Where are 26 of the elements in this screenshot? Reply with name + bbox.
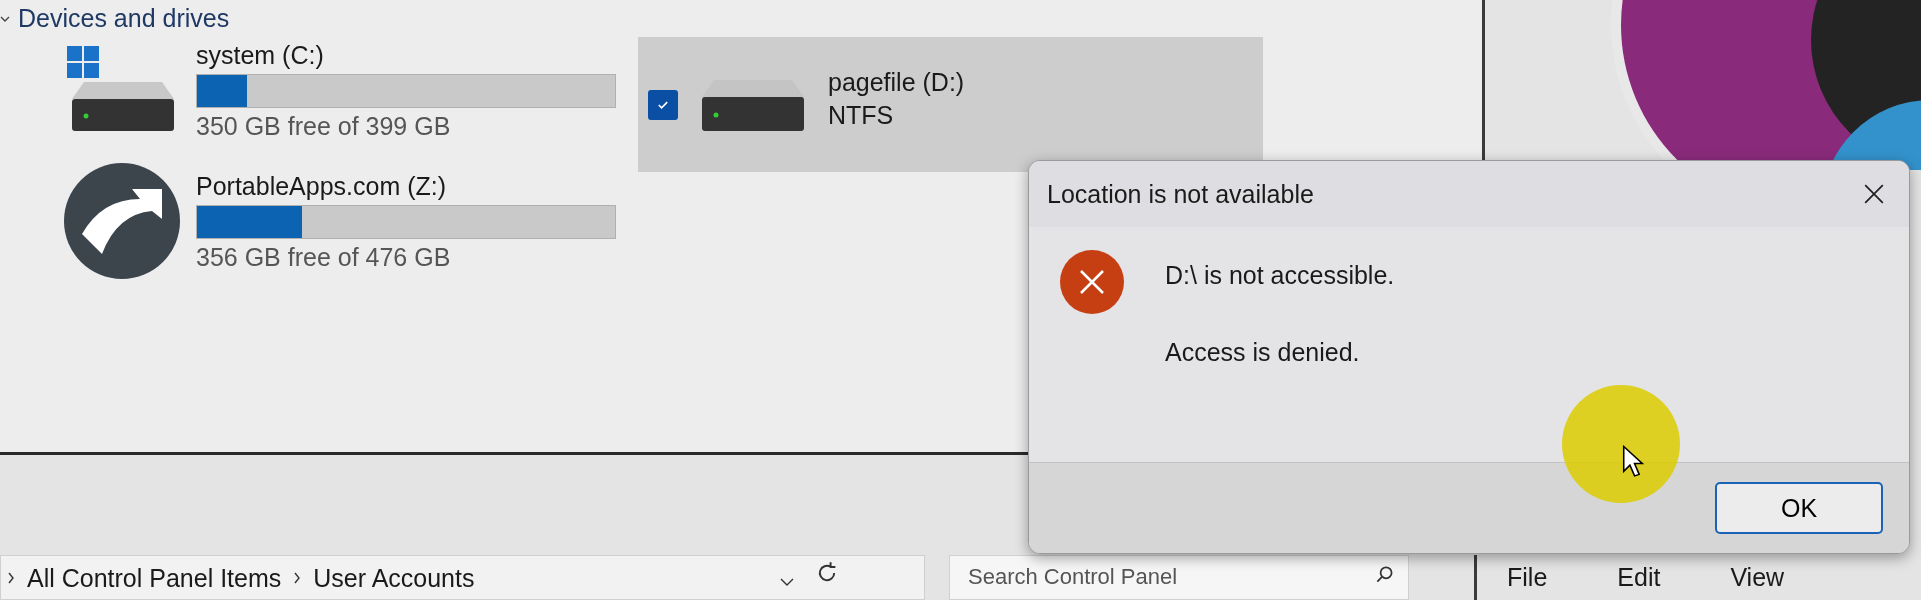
breadcrumb[interactable]: All Control Panel Items (27, 564, 282, 593)
error-icon (1059, 249, 1125, 315)
menu-item[interactable]: File (1507, 563, 1548, 600)
search-field[interactable]: Search Control Panel (949, 555, 1409, 600)
checkbox[interactable] (648, 89, 678, 120)
section-title[interactable]: Devices and drives (18, 4, 230, 33)
error-message: D:\ is not accessible. (1165, 261, 1395, 290)
cursor-icon (1622, 445, 1644, 479)
drive-tile[interactable]: pagefile (D:) NTFS (638, 37, 1263, 172)
drive-name[interactable]: PortableApps.com (Z:) (196, 171, 616, 201)
error-detail: Access is denied. (1165, 338, 1361, 367)
dropdown-icon[interactable] (780, 578, 794, 586)
breadcrumb[interactable]: User Accounts (313, 564, 475, 593)
dialog-title: Location is not available (1047, 179, 1314, 209)
filesystem-text: NTFS (828, 100, 895, 130)
chevron-icon (293, 572, 302, 584)
chevron-icon (7, 572, 15, 584)
menu-item[interactable]: Edit (1617, 563, 1661, 600)
ok-button[interactable]: OK (1715, 482, 1883, 534)
close-icon[interactable] (1863, 183, 1885, 205)
address-bar[interactable]: All Control Panel Items User Accounts (0, 555, 925, 600)
menu-item[interactable]: View (1730, 563, 1785, 600)
free-space-text: 356 GB free of 476 GB (196, 242, 452, 272)
drive-name: pagefile (D:) (828, 67, 965, 97)
free-space-text: 350 GB free of 399 GB (196, 112, 452, 141)
drive-name[interactable]: system (C:) (196, 41, 616, 70)
